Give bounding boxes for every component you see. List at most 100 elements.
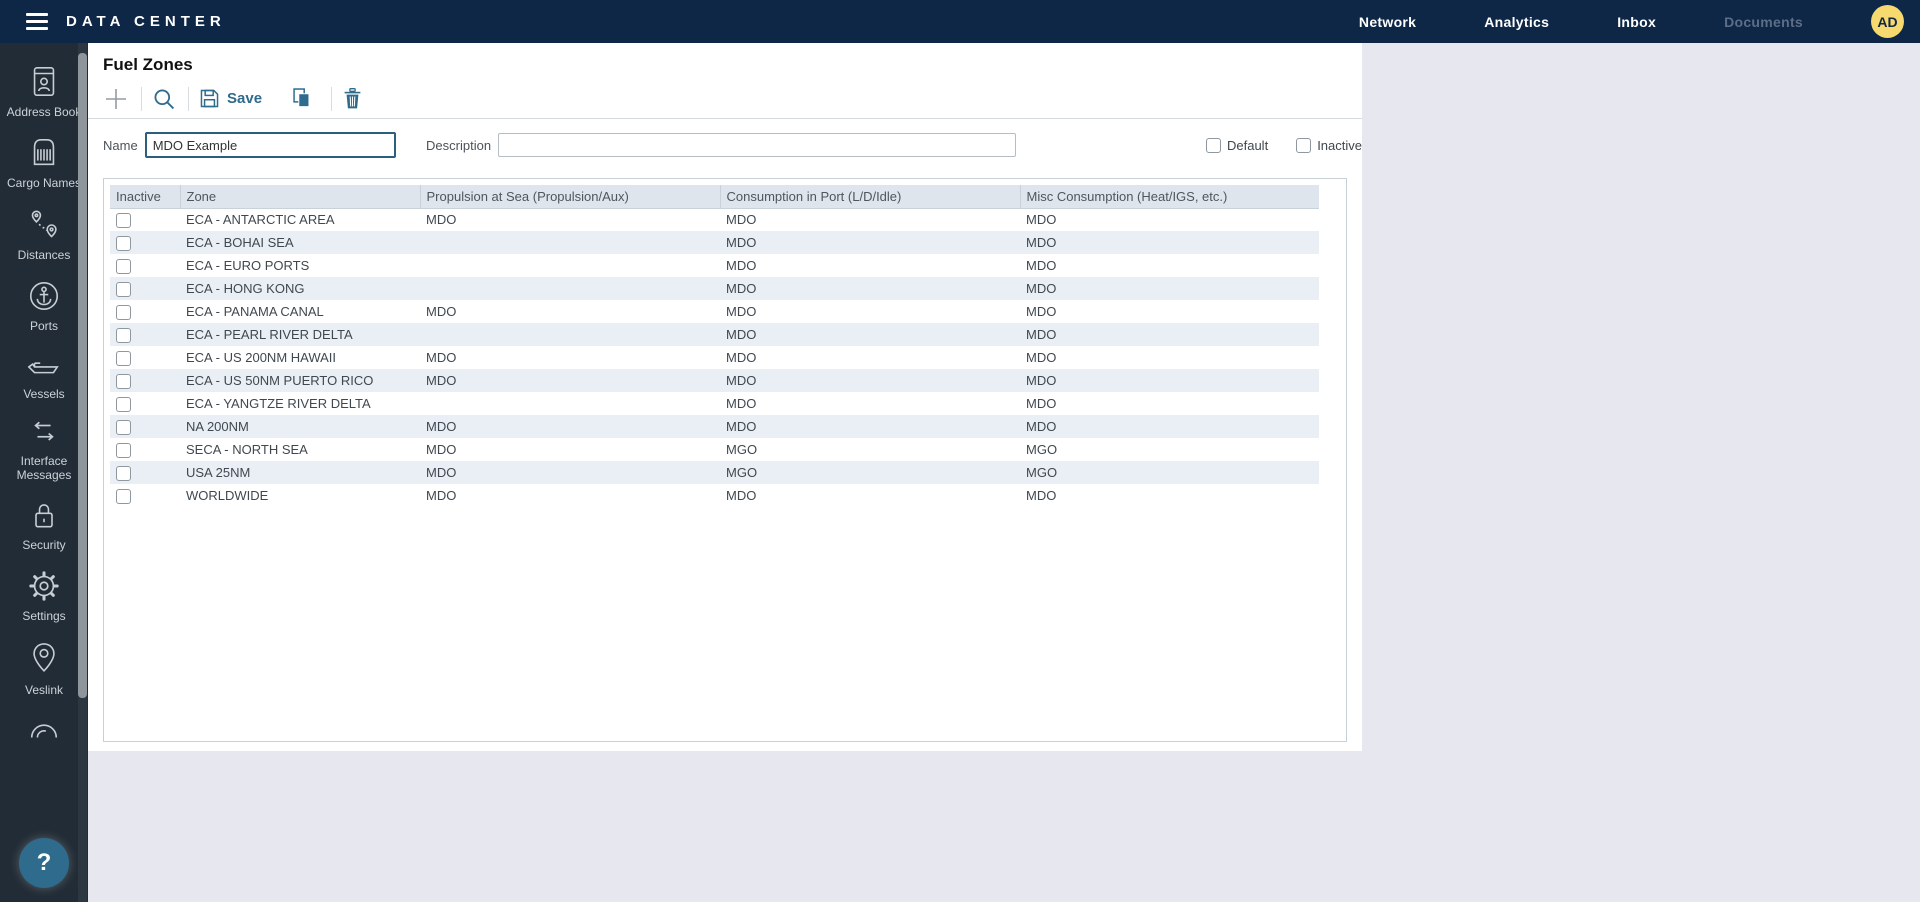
nav-inbox[interactable]: Inbox bbox=[1617, 14, 1656, 30]
propulsion-cell[interactable] bbox=[420, 323, 720, 346]
table-row[interactable]: ECA - YANGTZE RIVER DELTA MDO MDO bbox=[110, 392, 1319, 415]
consumption-cell[interactable]: MDO bbox=[720, 369, 1020, 392]
consumption-cell[interactable]: MDO bbox=[720, 415, 1020, 438]
table-row[interactable]: NA 200NM MDO MDO MDO bbox=[110, 415, 1319, 438]
misc-cell[interactable]: MDO bbox=[1020, 369, 1319, 392]
row-inactive-checkbox[interactable] bbox=[116, 213, 131, 228]
row-inactive-checkbox[interactable] bbox=[116, 443, 131, 458]
zone-cell[interactable]: ECA - HONG KONG bbox=[180, 277, 420, 300]
zone-cell[interactable]: ECA - BOHAI SEA bbox=[180, 231, 420, 254]
sidebar-item-distances[interactable]: Distances bbox=[4, 208, 84, 262]
sidebar-item-interface-messages[interactable]: Interface Messages bbox=[4, 418, 84, 483]
column-header-zone[interactable]: Zone bbox=[180, 185, 420, 208]
add-button[interactable] bbox=[103, 86, 129, 112]
sidebar-item-partial[interactable] bbox=[4, 714, 84, 742]
table-row[interactable]: ECA - HONG KONG MDO MDO bbox=[110, 277, 1319, 300]
consumption-cell[interactable]: MDO bbox=[720, 231, 1020, 254]
nav-network[interactable]: Network bbox=[1359, 14, 1416, 30]
row-inactive-checkbox[interactable] bbox=[116, 466, 131, 481]
propulsion-cell[interactable] bbox=[420, 277, 720, 300]
misc-cell[interactable]: MDO bbox=[1020, 208, 1319, 231]
misc-cell[interactable]: MDO bbox=[1020, 277, 1319, 300]
misc-cell[interactable]: MDO bbox=[1020, 254, 1319, 277]
sidebar-item-cargo-names[interactable]: Cargo Names bbox=[4, 136, 84, 190]
zone-cell[interactable]: ECA - PEARL RIVER DELTA bbox=[180, 323, 420, 346]
delete-button[interactable] bbox=[342, 87, 363, 110]
row-inactive-checkbox[interactable] bbox=[116, 420, 131, 435]
propulsion-cell[interactable]: MDO bbox=[420, 461, 720, 484]
sidebar-item-vessels[interactable]: Vessels bbox=[4, 351, 84, 401]
table-row[interactable]: ECA - BOHAI SEA MDO MDO bbox=[110, 231, 1319, 254]
misc-cell[interactable]: MDO bbox=[1020, 231, 1319, 254]
column-header-consumption[interactable]: Consumption in Port (L/D/Idle) bbox=[720, 185, 1020, 208]
zone-cell[interactable]: ECA - US 200NM HAWAII bbox=[180, 346, 420, 369]
column-header-misc[interactable]: Misc Consumption (Heat/IGS, etc.) bbox=[1020, 185, 1319, 208]
row-inactive-checkbox[interactable] bbox=[116, 282, 131, 297]
help-button[interactable]: ? bbox=[19, 838, 69, 888]
table-row[interactable]: SECA - NORTH SEA MDO MGO MGO bbox=[110, 438, 1319, 461]
consumption-cell[interactable]: MDO bbox=[720, 300, 1020, 323]
table-row[interactable]: ECA - ANTARCTIC AREA MDO MDO MDO bbox=[110, 208, 1319, 231]
save-button[interactable]: Save bbox=[199, 88, 262, 109]
propulsion-cell[interactable] bbox=[420, 231, 720, 254]
table-row[interactable]: USA 25NM MDO MGO MGO bbox=[110, 461, 1319, 484]
row-inactive-checkbox[interactable] bbox=[116, 328, 131, 343]
zone-cell[interactable]: NA 200NM bbox=[180, 415, 420, 438]
row-inactive-checkbox[interactable] bbox=[116, 259, 131, 274]
propulsion-cell[interactable]: MDO bbox=[420, 208, 720, 231]
row-inactive-checkbox[interactable] bbox=[116, 305, 131, 320]
table-row[interactable]: WORLDWIDE MDO MDO MDO bbox=[110, 484, 1319, 507]
misc-cell[interactable]: MDO bbox=[1020, 392, 1319, 415]
consumption-cell[interactable]: MDO bbox=[720, 392, 1020, 415]
zone-cell[interactable]: ECA - YANGTZE RIVER DELTA bbox=[180, 392, 420, 415]
propulsion-cell[interactable]: MDO bbox=[420, 415, 720, 438]
misc-cell[interactable]: MDO bbox=[1020, 484, 1319, 507]
copy-button[interactable] bbox=[290, 87, 313, 110]
column-header-propulsion[interactable]: Propulsion at Sea (Propulsion/Aux) bbox=[420, 185, 720, 208]
misc-cell[interactable]: MDO bbox=[1020, 415, 1319, 438]
zone-cell[interactable]: ECA - ANTARCTIC AREA bbox=[180, 208, 420, 231]
zone-cell[interactable]: SECA - NORTH SEA bbox=[180, 438, 420, 461]
search-button[interactable] bbox=[152, 87, 176, 111]
sidebar-item-security[interactable]: Security bbox=[4, 500, 84, 552]
table-row[interactable]: ECA - PANAMA CANAL MDO MDO MDO bbox=[110, 300, 1319, 323]
propulsion-cell[interactable]: MDO bbox=[420, 300, 720, 323]
avatar[interactable]: AD bbox=[1871, 5, 1904, 38]
name-input[interactable] bbox=[145, 132, 396, 158]
propulsion-cell[interactable] bbox=[420, 254, 720, 277]
zone-cell[interactable]: ECA - PANAMA CANAL bbox=[180, 300, 420, 323]
propulsion-cell[interactable] bbox=[420, 392, 720, 415]
hamburger-menu-icon[interactable] bbox=[26, 9, 48, 34]
table-row[interactable]: ECA - EURO PORTS MDO MDO bbox=[110, 254, 1319, 277]
misc-cell[interactable]: MDO bbox=[1020, 346, 1319, 369]
consumption-cell[interactable]: MDO bbox=[720, 254, 1020, 277]
consumption-cell[interactable]: MDO bbox=[720, 277, 1020, 300]
consumption-cell[interactable]: MDO bbox=[720, 208, 1020, 231]
sidebar-item-settings[interactable]: Settings bbox=[4, 569, 84, 623]
zone-cell[interactable]: ECA - US 50NM PUERTO RICO bbox=[180, 369, 420, 392]
table-row[interactable]: ECA - PEARL RIVER DELTA MDO MDO bbox=[110, 323, 1319, 346]
propulsion-cell[interactable]: MDO bbox=[420, 369, 720, 392]
propulsion-cell[interactable]: MDO bbox=[420, 438, 720, 461]
consumption-cell[interactable]: MDO bbox=[720, 323, 1020, 346]
zone-cell[interactable]: USA 25NM bbox=[180, 461, 420, 484]
sidebar-item-veslink[interactable]: Veslink bbox=[4, 641, 84, 697]
table-row[interactable]: ECA - US 200NM HAWAII MDO MDO MDO bbox=[110, 346, 1319, 369]
sidebar-item-address-book[interactable]: Address Book bbox=[4, 65, 84, 119]
misc-cell[interactable]: MDO bbox=[1020, 300, 1319, 323]
table-row[interactable]: ECA - US 50NM PUERTO RICO MDO MDO MDO bbox=[110, 369, 1319, 392]
row-inactive-checkbox[interactable] bbox=[116, 374, 131, 389]
consumption-cell[interactable]: MDO bbox=[720, 346, 1020, 369]
sidebar-scrollbar-thumb[interactable] bbox=[78, 53, 87, 698]
row-inactive-checkbox[interactable] bbox=[116, 351, 131, 366]
inactive-checkbox[interactable] bbox=[1296, 138, 1311, 153]
column-header-inactive[interactable]: Inactive bbox=[110, 185, 180, 208]
default-checkbox[interactable] bbox=[1206, 138, 1221, 153]
misc-cell[interactable]: MDO bbox=[1020, 323, 1319, 346]
propulsion-cell[interactable]: MDO bbox=[420, 346, 720, 369]
consumption-cell[interactable]: MGO bbox=[720, 461, 1020, 484]
sidebar-item-ports[interactable]: Ports bbox=[4, 279, 84, 333]
consumption-cell[interactable]: MDO bbox=[720, 484, 1020, 507]
misc-cell[interactable]: MGO bbox=[1020, 438, 1319, 461]
zone-cell[interactable]: WORLDWIDE bbox=[180, 484, 420, 507]
